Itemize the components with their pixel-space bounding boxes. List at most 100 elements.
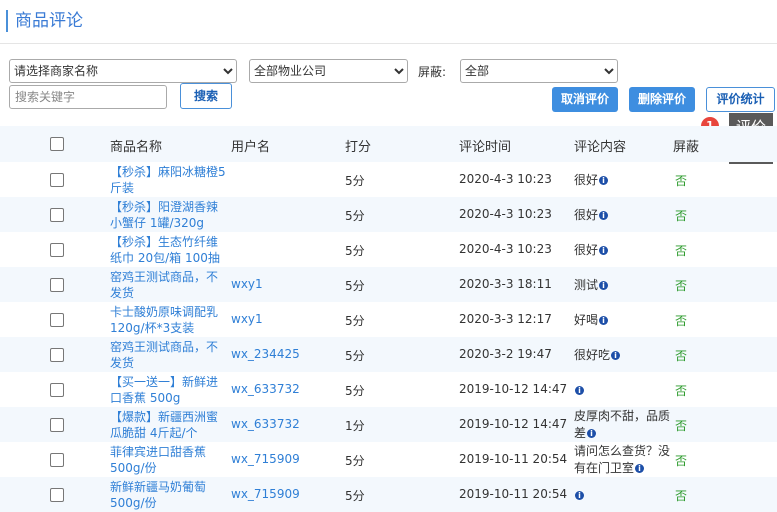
review-time: 2020-3-3 12:17 [459, 312, 552, 326]
shield-status: 否 [675, 454, 688, 468]
shield-status: 否 [675, 419, 688, 433]
row-checkbox[interactable] [50, 348, 64, 362]
merchant-select[interactable]: 请选择商家名称 [9, 59, 237, 83]
cancel-review-button[interactable]: 取消评价 [552, 87, 618, 112]
score: 5分 [345, 384, 365, 398]
row-checkbox[interactable] [50, 453, 64, 467]
score: 5分 [345, 174, 365, 188]
review-time: 2019-10-12 14:47 [459, 417, 568, 431]
product-name-link[interactable]: 【秒杀】生态竹纤维纸巾 20包/箱 100抽 [110, 234, 228, 266]
score: 5分 [345, 244, 365, 258]
score: 1分 [345, 419, 365, 433]
shield-status: 否 [675, 174, 688, 188]
select-all-checkbox[interactable] [50, 137, 64, 151]
info-icon[interactable]: i [635, 464, 645, 473]
review-comment-text: 很好 [574, 208, 599, 222]
table-row: 菲律宾进口甜香蕉 500g/份 wx_715909 5分 2019-10-11 20:… [0, 442, 777, 477]
info-icon[interactable]: i [599, 176, 609, 185]
shield-filter-label: 屏蔽: [418, 65, 447, 79]
row-checkbox[interactable] [50, 383, 64, 397]
shield-status: 否 [675, 384, 688, 398]
shield-select[interactable]: 全部 [460, 59, 618, 83]
product-name-link[interactable]: 【秒杀】麻阳冰糖橙5斤装 [110, 164, 228, 196]
info-icon[interactable]: i [587, 429, 597, 438]
review-time: 2020-4-3 10:23 [459, 172, 552, 186]
product-name-link[interactable]: 【买一送一】新鲜进口香蕉 500g [110, 374, 228, 406]
score: 5分 [345, 489, 365, 503]
row-checkbox[interactable] [50, 488, 64, 502]
review-comment: i [574, 382, 679, 399]
search-button[interactable]: 搜索 [180, 83, 232, 109]
row-checkbox[interactable] [50, 418, 64, 432]
review-stats-button[interactable]: 评价统计 [706, 87, 775, 112]
col-header-user: 用户名 [231, 140, 271, 155]
table-row: 【秒杀】麻阳冰糖橙5斤装 5分 2020-4-3 10:23 很好 i 否 [0, 162, 777, 197]
user-name: wxy1 [231, 312, 263, 326]
row-checkbox[interactable] [50, 313, 64, 327]
info-icon[interactable]: i [599, 316, 609, 325]
shield-status: 否 [675, 489, 688, 503]
user-name: wxy1 [231, 277, 263, 291]
review-comment: 皮厚肉不甜，品质差 i [574, 408, 679, 442]
shield-status: 否 [675, 349, 688, 363]
user-name: wx_715909 [231, 452, 300, 466]
row-checkbox[interactable] [50, 173, 64, 187]
col-header-comment: 评论内容 [574, 140, 627, 155]
score: 5分 [345, 454, 365, 468]
product-name-link[interactable]: 【秒杀】阳澄湖香辣小蟹仔 1罐/320g [110, 199, 228, 231]
table-header: 商品名称 用户名 打分 评论时间 评论内容 屏蔽 [0, 126, 777, 162]
review-comment-text: 测试 [574, 278, 599, 292]
score: 5分 [345, 314, 365, 328]
score: 5分 [345, 279, 365, 293]
score: 5分 [345, 209, 365, 223]
search-input[interactable] [9, 85, 167, 109]
info-icon[interactable]: i [611, 351, 621, 360]
review-time: 2020-3-3 18:11 [459, 277, 552, 291]
product-name-link[interactable]: 新鲜新疆马奶葡萄 500g/份 [110, 479, 228, 511]
row-checkbox[interactable] [50, 208, 64, 222]
row-checkbox[interactable] [50, 243, 64, 257]
info-icon[interactable]: i [575, 386, 584, 395]
shield-status: 否 [675, 279, 688, 293]
info-icon[interactable]: i [599, 211, 609, 220]
score: 5分 [345, 349, 365, 363]
review-comment-text: 请问怎么查货？没有在门卫室 [574, 444, 671, 475]
table-row: 【买一送一】新鲜进口香蕉 500g wx_633732 5分 2019-10-12 1… [0, 372, 777, 407]
product-name-link[interactable]: 菲律宾进口甜香蕉 500g/份 [110, 444, 228, 476]
table-row: 【爆款】新疆西洲蜜瓜脆甜 4斤起/个 wx_633732 1分 2019-10-12 … [0, 407, 777, 442]
shield-status: 否 [675, 209, 688, 223]
product-name-link[interactable]: 窑鸡王测试商品，不发货 [110, 269, 228, 301]
table-row: 卡士酸奶原味调配乳120g/杯*3支装 wxy1 5分 2020-3-3 12:17 好… [0, 302, 777, 337]
table-row: 【秒杀】生态竹纤维纸巾 20包/箱 100抽 5分 2020-4-3 10:23 很好… [0, 232, 777, 267]
company-select[interactable]: 全部物业公司 [249, 59, 408, 83]
product-name-link[interactable]: 窑鸡王测试商品，不发货 [110, 339, 228, 371]
user-name: wx_234425 [231, 347, 300, 361]
page-title: 商品评论 [6, 10, 83, 32]
table-row: 窑鸡王测试商品，不发货 wxy1 5分 2020-3-3 18:11 测试 i 否 [0, 267, 777, 302]
user-name: wx_633732 [231, 382, 300, 396]
product-name-link[interactable]: 【爆款】新疆西洲蜜瓜脆甜 4斤起/个 [110, 409, 228, 441]
table-row: 新鲜新疆马奶葡萄 500g/份 wx_715909 5分 2019-10-11 20:… [0, 477, 777, 512]
review-comment: 测试 i [574, 277, 679, 294]
review-time: 2020-3-2 19:47 [459, 347, 552, 361]
table-row: 【秒杀】阳澄湖香辣小蟹仔 1罐/320g 5分 2020-4-3 10:23 很好 i 否 [0, 197, 777, 232]
review-time: 2020-4-3 10:23 [459, 242, 552, 256]
delete-review-button[interactable]: 删除评价 [629, 87, 695, 112]
table-row: 窑鸡王测试商品，不发货 wx_234425 5分 2020-3-2 19:47 很好吃 i… [0, 337, 777, 372]
review-time: 2019-10-11 20:54 [459, 487, 568, 501]
info-icon[interactable]: i [575, 491, 584, 500]
row-checkbox[interactable] [50, 278, 64, 292]
review-comment: i [574, 487, 679, 504]
col-header-time: 评论时间 [459, 140, 512, 155]
title-divider [0, 43, 777, 44]
review-comment: 好喝 i [574, 312, 679, 329]
product-name-link[interactable]: 卡士酸奶原味调配乳120g/杯*3支装 [110, 304, 228, 336]
review-time: 2019-10-12 14:47 [459, 382, 568, 396]
review-comment: 很好 i [574, 172, 679, 189]
review-time: 2019-10-11 20:54 [459, 452, 568, 466]
review-comment: 很好 i [574, 242, 679, 259]
info-icon[interactable]: i [599, 246, 609, 255]
review-comment: 很好 i [574, 207, 679, 224]
info-icon[interactable]: i [599, 281, 609, 290]
review-comment-text: 很好 [574, 243, 599, 257]
